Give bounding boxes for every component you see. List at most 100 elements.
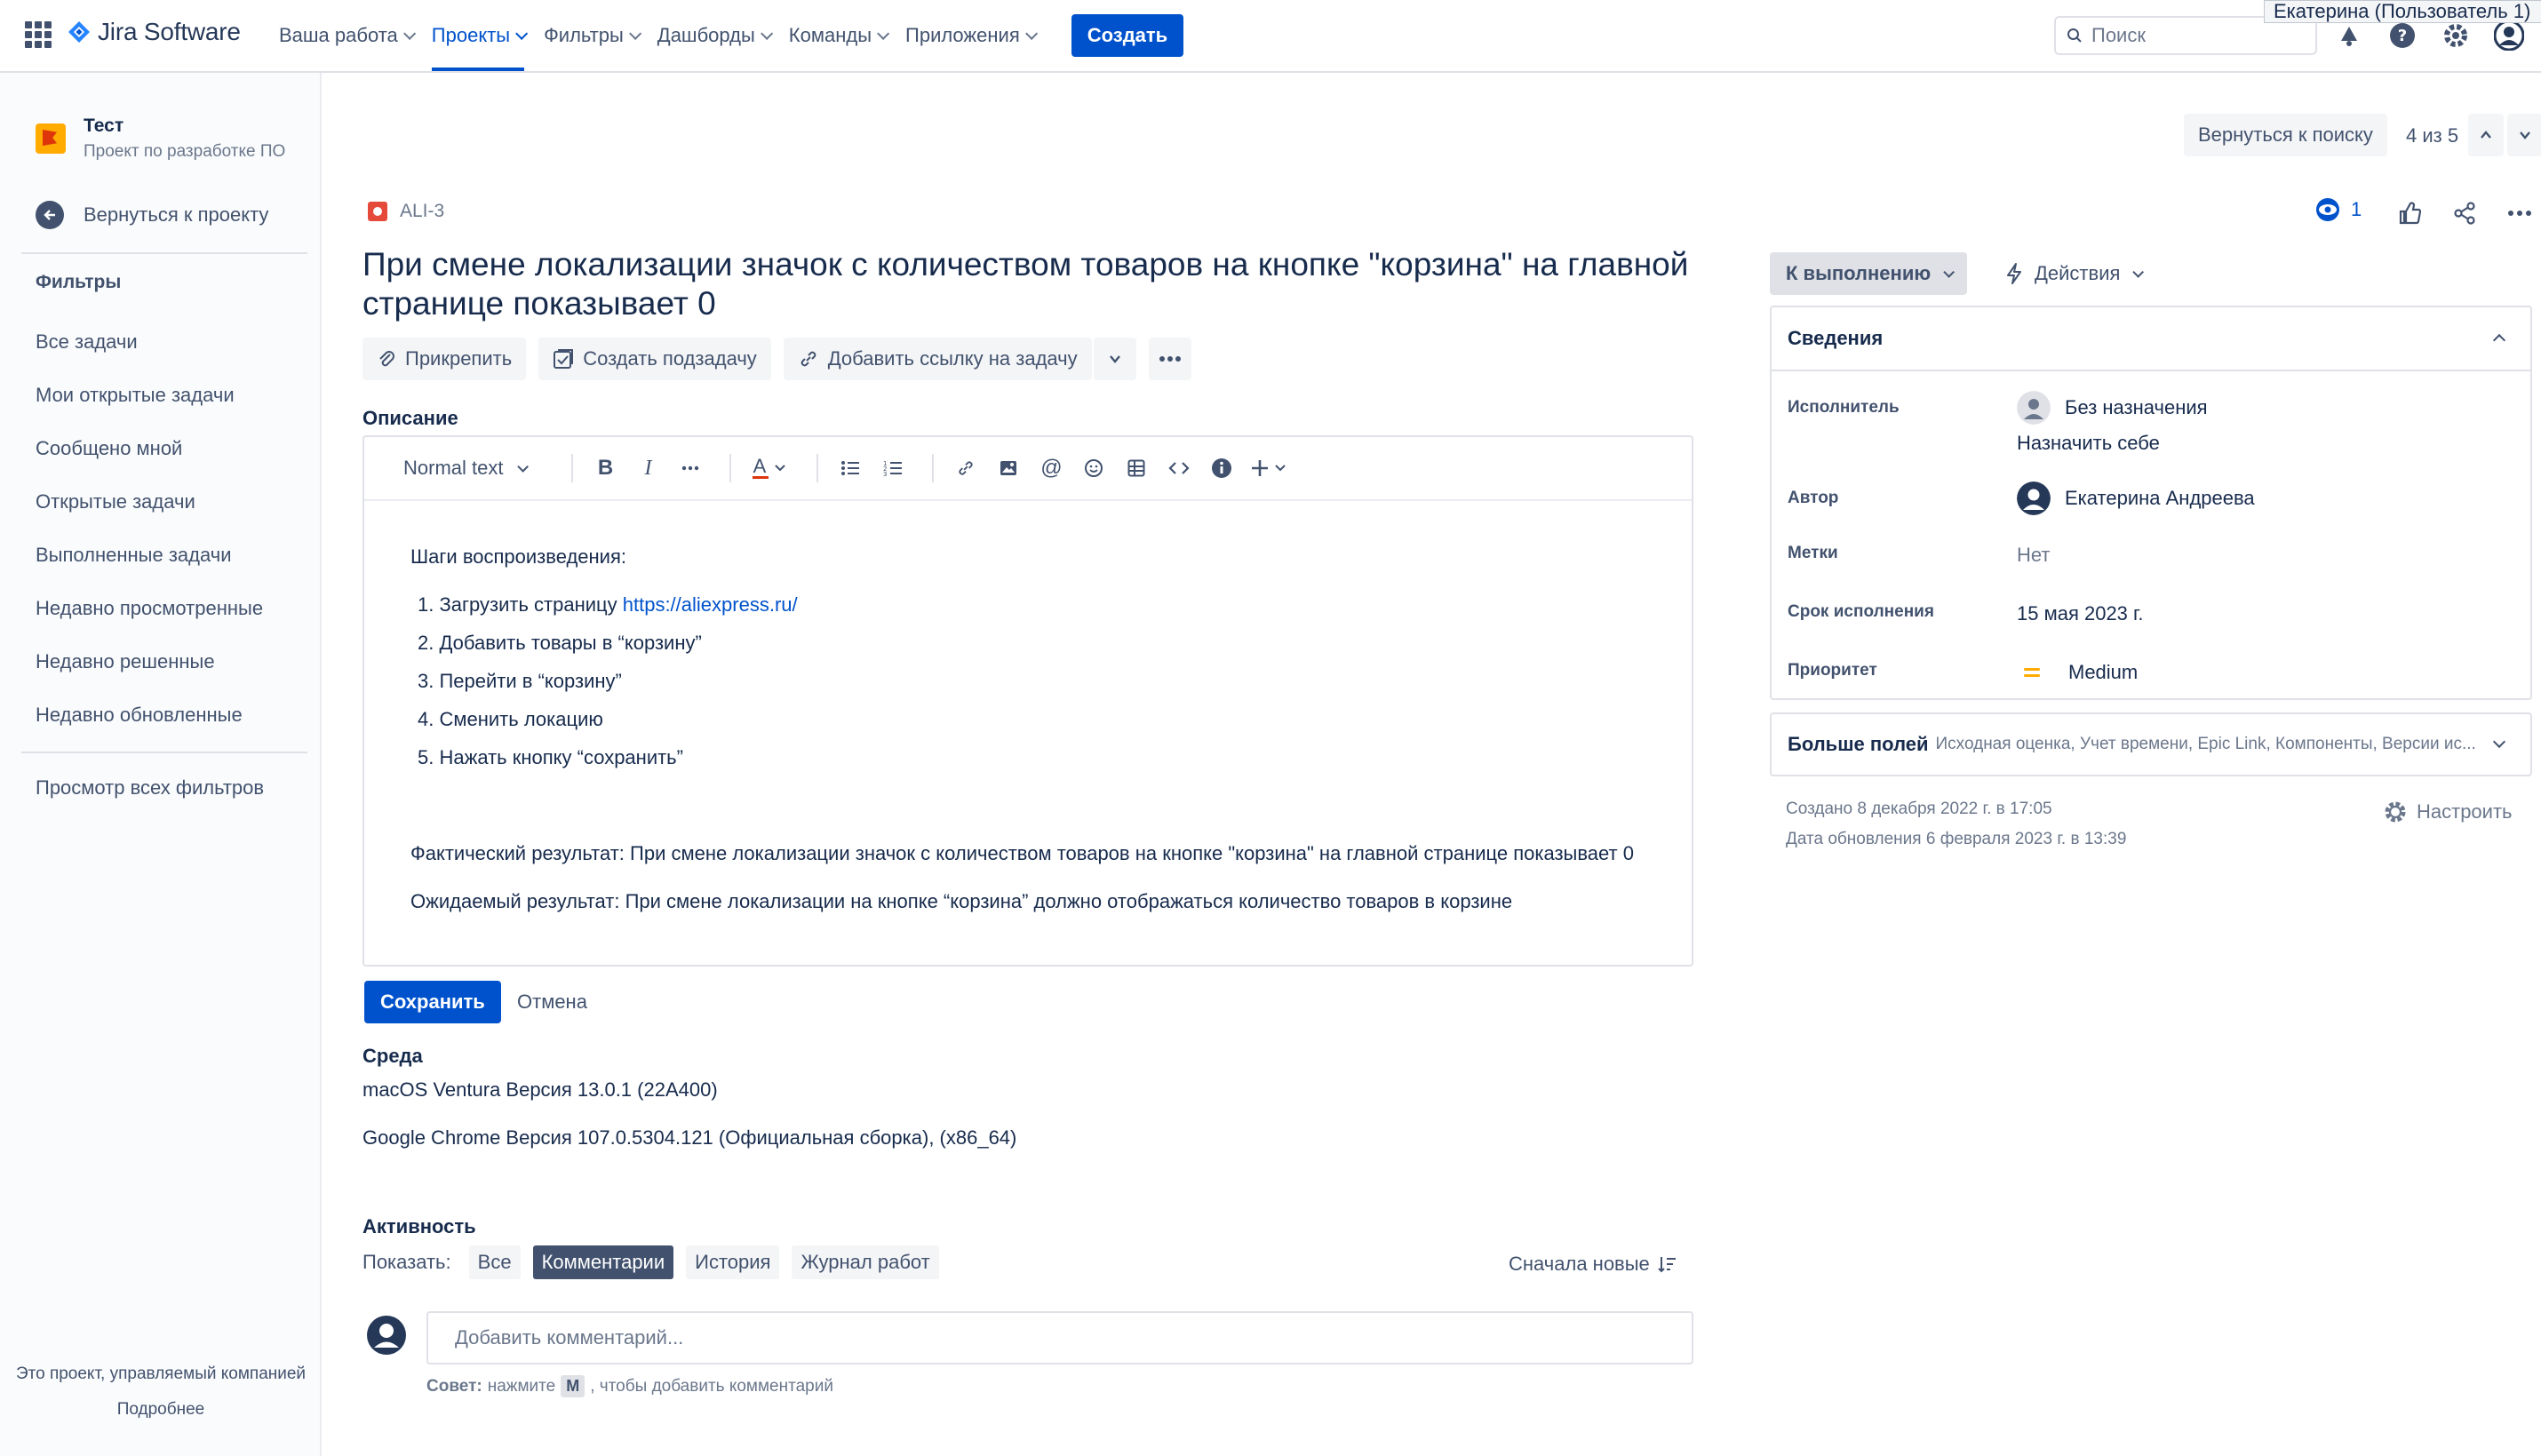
- insert-image-icon[interactable]: [991, 450, 1026, 486]
- help-icon[interactable]: ?: [2385, 18, 2420, 53]
- like-icon[interactable]: [2392, 195, 2427, 231]
- filter-done[interactable]: Выполненные задачи: [36, 544, 263, 597]
- editor-content[interactable]: Шаги воспроизведения: 1. Загрузить стран…: [364, 501, 1692, 963]
- assign-to-me-link[interactable]: Назначить себе: [2017, 432, 2160, 455]
- search-icon: [2067, 28, 2082, 43]
- labels-value[interactable]: Нет: [2017, 544, 2050, 567]
- settings-icon[interactable]: [2438, 18, 2473, 53]
- attach-button[interactable]: Прикрепить: [362, 338, 527, 380]
- nav-apps[interactable]: Приложения: [905, 0, 1038, 71]
- comment-input[interactable]: Добавить комментарий...: [426, 1311, 1693, 1365]
- table-icon[interactable]: [1119, 450, 1154, 486]
- show-label: Показать:: [362, 1251, 451, 1273]
- nav-projects[interactable]: Проекты: [431, 0, 529, 71]
- issue-actions-bar: Прикрепить Создать подзадачу Добавить сс…: [362, 338, 1191, 380]
- configure-button[interactable]: Настроить: [2383, 800, 2513, 824]
- updated-date: Дата обновления 6 февраля 2023 г. в 13:3…: [1786, 830, 2127, 848]
- priority-medium-icon: [2022, 666, 2042, 679]
- filter-open[interactable]: Открытые задачи: [36, 490, 263, 544]
- bold-icon[interactable]: B: [587, 450, 623, 486]
- share-icon[interactable]: [2447, 195, 2482, 231]
- status-dropdown[interactable]: К выполнению: [1770, 252, 1968, 295]
- emoji-icon[interactable]: [1076, 450, 1111, 486]
- actions-dropdown[interactable]: Действия: [2004, 252, 2145, 295]
- activity-tab-comments[interactable]: Комментарии: [532, 1245, 674, 1279]
- filter-recently-updated[interactable]: Недавно обновленные: [36, 704, 263, 757]
- back-to-project-link[interactable]: Вернуться к проекту: [36, 201, 268, 229]
- nav-teams[interactable]: Команды: [788, 0, 890, 71]
- activity-label: Активность: [362, 1215, 476, 1237]
- filter-reported-by-me[interactable]: Сообщено мной: [36, 437, 263, 490]
- more-fields-section[interactable]: Больше полей Исходная оценка, Учет време…: [1770, 712, 2532, 776]
- link-issue-dropdown[interactable]: [1093, 338, 1136, 380]
- due-date-value[interactable]: 15 мая 2023 г.: [2017, 602, 2143, 625]
- toolbar-divider: [816, 454, 819, 482]
- list-number: 2.: [418, 632, 434, 654]
- bullet-list-icon[interactable]: [832, 450, 868, 486]
- details-header[interactable]: Сведения: [1772, 307, 2530, 371]
- priority-text: Medium: [2068, 661, 2139, 683]
- profile-icon[interactable]: [2491, 18, 2527, 53]
- gear-icon: [2385, 801, 2406, 823]
- info-panel-icon[interactable]: [1204, 450, 1239, 486]
- activity-tab-history[interactable]: История: [686, 1245, 780, 1279]
- list-item: 1. Загрузить страницу https://aliexpress…: [418, 593, 798, 617]
- back-to-search-button[interactable]: Вернуться к поиску: [2184, 114, 2387, 156]
- unassigned-avatar-icon: [2017, 391, 2051, 425]
- priority-value[interactable]: Medium: [2022, 661, 2138, 684]
- reporter-value[interactable]: Екатерина Андреева: [2017, 481, 2255, 515]
- cancel-button[interactable]: Отмена: [515, 981, 589, 1023]
- assignee-value[interactable]: Без назначения: [2017, 391, 2208, 425]
- code-icon[interactable]: [1161, 450, 1197, 486]
- nav-dashboards[interactable]: Дашборды: [657, 0, 773, 71]
- text-color-icon[interactable]: A: [745, 450, 795, 486]
- list-text: Сменить локацию: [439, 708, 603, 730]
- link-issue-button[interactable]: Добавить ссылку на задачу: [783, 338, 1092, 380]
- more-icon[interactable]: [2502, 195, 2537, 231]
- italic-icon[interactable]: I: [630, 450, 665, 486]
- list-item: 5. Нажать кнопку “сохранить”: [418, 746, 683, 769]
- list-text: Загрузить страницу: [439, 593, 623, 616]
- more-actions-button[interactable]: [1148, 338, 1191, 380]
- view-all-filters-link[interactable]: Просмотр всех фильтров: [36, 776, 264, 800]
- insert-more-icon[interactable]: [1247, 450, 1296, 486]
- sort-order-button[interactable]: Сначала новые: [1509, 1253, 1677, 1276]
- numbered-list-icon[interactable]: 123: [875, 450, 911, 486]
- aliexpress-link[interactable]: https://aliexpress.ru/: [623, 593, 798, 616]
- watchers-button[interactable]: 1: [2314, 197, 2362, 222]
- nav-label: Команды: [788, 24, 872, 46]
- notifications-icon[interactable]: [2331, 18, 2367, 53]
- mention-icon[interactable]: @: [1033, 450, 1069, 486]
- save-button[interactable]: Сохранить: [364, 981, 501, 1023]
- issue-title[interactable]: При смене локализации значок с количеств…: [362, 245, 1695, 323]
- filter-recently-viewed[interactable]: Недавно просмотренные: [36, 597, 263, 650]
- learn-more-link[interactable]: Подробнее: [0, 1400, 322, 1420]
- tip-text: нажмите: [487, 1376, 556, 1396]
- filter-my-open[interactable]: Мои открытые задачи: [36, 384, 263, 437]
- nav-your-work[interactable]: Ваша работа: [279, 0, 416, 71]
- nav-label: Дашборды: [657, 24, 755, 46]
- filter-recently-resolved[interactable]: Недавно решенные: [36, 650, 263, 704]
- more-formatting-icon[interactable]: [673, 450, 708, 486]
- activity-tab-all[interactable]: Все: [468, 1245, 521, 1279]
- svg-text:A: A: [753, 455, 767, 477]
- chevron-down-icon: [402, 27, 416, 40]
- insert-link-icon[interactable]: [948, 450, 984, 486]
- filter-all-issues[interactable]: Все задачи: [36, 330, 263, 384]
- project-header[interactable]: Тест Проект по разработке ПО: [36, 115, 285, 162]
- previous-issue-button[interactable]: [2468, 114, 2504, 156]
- issue-key-breadcrumb[interactable]: ALI-3: [368, 201, 444, 222]
- create-button[interactable]: Создать: [1071, 14, 1184, 57]
- details-heading: Сведения: [1788, 327, 1884, 349]
- app-switcher-icon[interactable]: [25, 21, 52, 48]
- activity-tab-worklog[interactable]: Журнал работ: [792, 1245, 939, 1279]
- nav-filters[interactable]: Фильтры: [544, 0, 641, 71]
- description-editor[interactable]: Normal text B I A 123 @ Шаги воспроизвед…: [362, 435, 1693, 967]
- created-date: Создано 8 декабря 2022 г. в 17:05: [1786, 800, 2052, 818]
- sort-label: Сначала новые: [1509, 1253, 1650, 1275]
- text-style-dropdown[interactable]: Normal text: [403, 457, 530, 480]
- next-issue-button[interactable]: [2507, 114, 2541, 156]
- search-placeholder: Поиск: [2091, 24, 2146, 46]
- create-subtask-button[interactable]: Создать подзадачу: [538, 338, 771, 380]
- jira-logo[interactable]: Jira Software: [68, 18, 241, 46]
